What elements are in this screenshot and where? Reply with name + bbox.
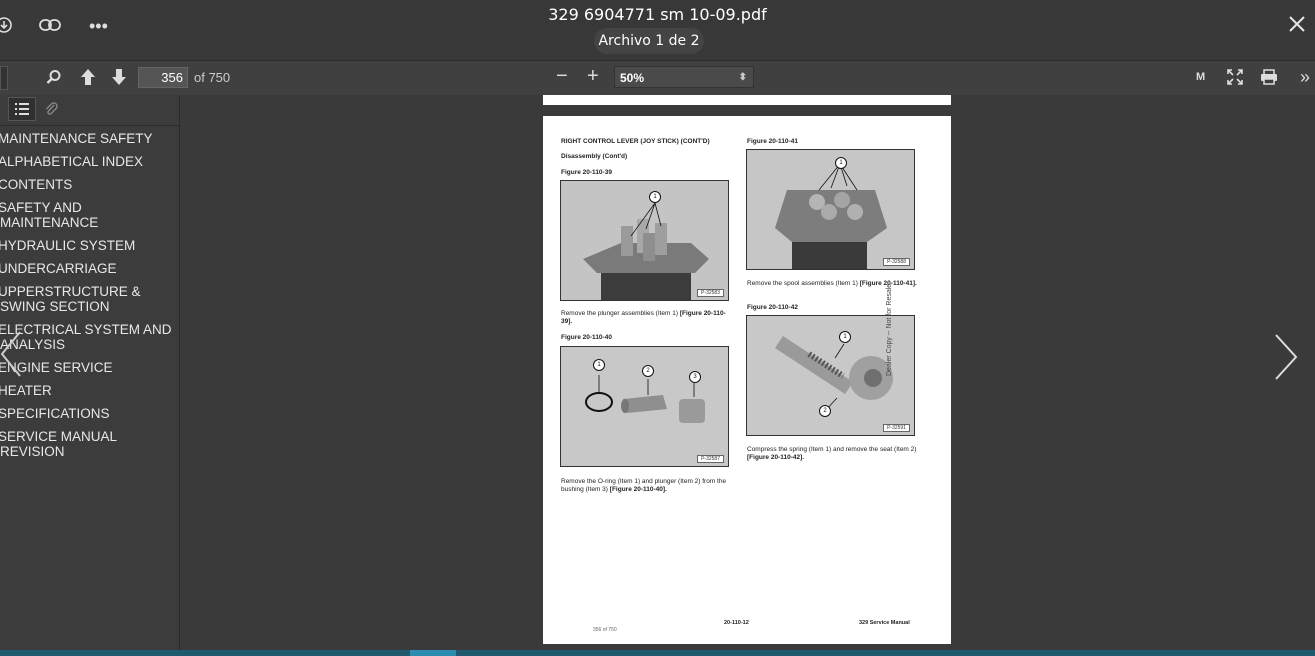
previous-page-edge [543, 95, 951, 105]
figure-caption: Remove the O-ring (Item 1) and plunger (… [561, 478, 727, 493]
search-icon[interactable] [46, 69, 62, 90]
zoom-select[interactable]: 50% ⬍ [614, 66, 754, 88]
outline-item[interactable]: SAFETY AND MAINTENANCE [0, 200, 110, 230]
close-icon[interactable] [1288, 15, 1306, 38]
figure-label: Figure 20-110-41 [747, 138, 798, 145]
arrow-up-icon[interactable] [80, 68, 96, 91]
valve-top-photo [775, 163, 887, 269]
chevron-left-icon[interactable] [0, 330, 22, 388]
figure-code: P-32588 [883, 258, 910, 266]
callout: 3 [689, 371, 701, 383]
page-number-input[interactable] [138, 67, 188, 88]
pdf-page: RIGHT CONTROL LEVER (JOY STICK) (CONT'D)… [543, 116, 951, 644]
footer-manual-name: 329 Service Manual [859, 620, 910, 626]
figure-label: Figure 20-110-40 [561, 334, 612, 341]
footer-section-number: 20-110-12 [724, 620, 749, 626]
accent-segment [410, 650, 456, 656]
outline-list: MAINTENANCE SAFETY ALPHABETICAL INDEX CO… [0, 131, 179, 467]
section-heading: RIGHT CONTROL LEVER (JOY STICK) (CONT'D) [561, 138, 710, 145]
figure-code: P-32587 [697, 455, 724, 463]
footer-page-count: 356 of 750 [593, 627, 617, 633]
chevron-right-icon[interactable] [1274, 333, 1298, 391]
outline-item[interactable]: ELECTRICAL SYSTEM AND ANALYSIS [0, 322, 172, 352]
outline-item[interactable]: UNDERCARRIAGE [0, 261, 179, 276]
callout: 1 [835, 157, 847, 169]
figure-image: 1 2 3 P-32587 [560, 346, 729, 467]
callout: 2 [642, 365, 654, 377]
figure-image: 1 P-32583 [560, 180, 729, 301]
callout: 1 [839, 331, 851, 343]
figure-image: 1 P-32588 [746, 149, 915, 270]
callout: 1 [593, 359, 605, 371]
sidebar-tabs [0, 95, 179, 126]
sidebar-toggle[interactable] [0, 66, 8, 90]
zoom-out-icon[interactable]: − [556, 65, 568, 88]
outline-item[interactable]: CONTENTS [0, 177, 179, 192]
page-total-label: of 750 [194, 70, 231, 85]
outline-item[interactable]: MAINTENANCE SAFETY [0, 131, 179, 146]
paperclip-icon[interactable] [44, 101, 58, 121]
pdf-toolbar: of 750 − + 50% ⬍ M » [0, 60, 1315, 96]
outline-item[interactable]: SPECIFICATIONS [0, 406, 179, 421]
bottom-status-strip [0, 650, 1315, 656]
file-counter-badge[interactable]: Archivo 1 de 2 [594, 28, 704, 54]
outline-item[interactable]: UPPERSTRUCTURE & SWING SECTION [0, 284, 150, 314]
print-icon[interactable] [1260, 69, 1278, 90]
outline-item[interactable]: SERVICE MANUAL REVISION [0, 429, 125, 459]
callout: 1 [649, 191, 661, 203]
document-title: 329 6904771 sm 10-09.pdf [548, 5, 767, 24]
outline-item[interactable]: HYDRAULIC SYSTEM [0, 238, 179, 253]
subsection-heading: Disassembly (Cont'd) [561, 153, 628, 160]
outline-item[interactable]: ENGINE SERVICE [0, 360, 179, 375]
figure-code: P-32591 [883, 424, 910, 432]
valve-photo [583, 202, 709, 300]
zoom-value: 50% [620, 71, 645, 85]
fullscreen-icon[interactable] [1227, 69, 1243, 90]
zoom-in-icon[interactable]: + [587, 65, 599, 88]
figure-code: P-32583 [697, 289, 724, 297]
list-icon [15, 103, 29, 115]
outline-tab[interactable] [8, 97, 36, 121]
figure-caption: Compress the spring (Item 1) and remove … [747, 446, 917, 461]
double-chevron-icon[interactable]: » [1300, 67, 1310, 88]
dealer-copy-watermark: Dealer Copy -- Not for Resale [886, 283, 893, 376]
arrow-down-icon[interactable] [111, 68, 127, 91]
outline-sidebar: MAINTENANCE SAFETY ALPHABETICAL INDEX CO… [0, 95, 180, 656]
outline-item[interactable]: ALPHABETICAL INDEX [0, 154, 179, 169]
figure-label: Figure 20-110-42 [747, 304, 798, 311]
figure-label: Figure 20-110-39 [561, 169, 612, 176]
presentation-mode-button[interactable]: M [1196, 71, 1205, 83]
title-bar: ••• 329 6904771 sm 10-09.pdf Archivo 1 d… [0, 0, 1315, 60]
callout: 2 [819, 405, 831, 417]
figure-caption: Remove the plunger assemblies (Item 1) [… [561, 310, 726, 325]
outline-item[interactable]: HEATER [0, 383, 179, 398]
chevron-updown-icon: ⬍ [738, 72, 747, 83]
